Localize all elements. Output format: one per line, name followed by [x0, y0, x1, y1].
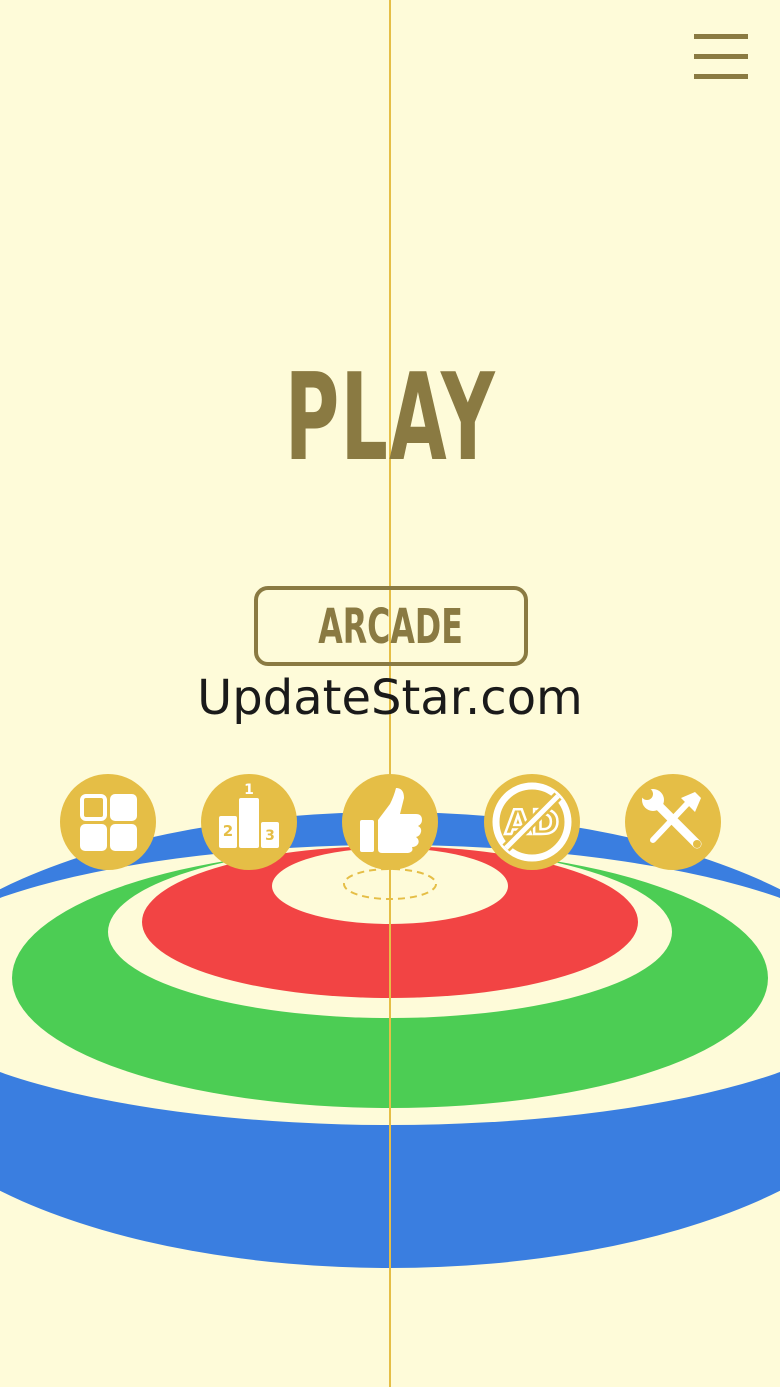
- levels-button[interactable]: [60, 774, 156, 870]
- rate-button[interactable]: [342, 774, 438, 870]
- hamburger-menu-icon-bar: [694, 54, 748, 59]
- podium-label-second: 2: [223, 822, 233, 840]
- settings-tools-icon: [641, 788, 702, 849]
- hamburger-menu-icon-bar: [694, 74, 748, 79]
- watermark-text: UpdateStar.com: [197, 670, 583, 726]
- arcade-mode-label: ARCADE: [318, 599, 464, 655]
- remove-ads-button[interactable]: AD: [484, 774, 580, 870]
- leaderboard-podium-icon: 2 1 3: [219, 782, 279, 848]
- menu-button[interactable]: [688, 28, 754, 86]
- hamburger-menu-icon: [694, 34, 748, 39]
- levels-grid-icon: [80, 794, 137, 851]
- podium-label-first: 1: [244, 782, 254, 798]
- thumbs-up-rate-icon: [360, 788, 422, 853]
- leaderboard-button[interactable]: 2 1 3: [201, 774, 297, 870]
- play-label: PLAY: [284, 349, 496, 488]
- play-button[interactable]: PLAY: [0, 344, 780, 494]
- arcade-mode-button[interactable]: ARCADE: [254, 586, 528, 666]
- no-ads-icon: AD: [492, 782, 572, 862]
- podium-label-third: 3: [265, 828, 275, 844]
- settings-button[interactable]: [625, 774, 721, 870]
